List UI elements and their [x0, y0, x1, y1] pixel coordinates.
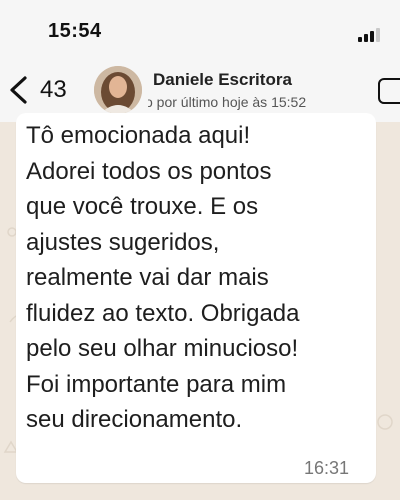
avatar[interactable] — [94, 66, 142, 114]
chevron-left-icon — [10, 76, 27, 104]
message-timestamp: 16:31 — [304, 458, 350, 478]
avatar-photo — [94, 66, 142, 114]
message-line: fluidez ao texto. Obrigada — [26, 299, 300, 327]
status-bar: 15:54 — [0, 0, 400, 60]
back-button[interactable]: 43 — [4, 70, 76, 110]
message-line: pelo seu olhar minucioso! — [26, 335, 299, 362]
last-seen-wrap: o por último hoje às 15:52 — [148, 94, 338, 112]
message-text: Tô emocionada aqui! Adorei todos os pont… — [26, 118, 371, 438]
unread-count: 43 — [40, 76, 67, 103]
message-line: Adorei todos os pontos — [26, 157, 272, 185]
message-line: que você trouxe. E os — [26, 193, 259, 220]
last-seen: o por último hoje às 15:52 — [148, 94, 307, 110]
message-line: ajustes sugeridos, — [26, 228, 220, 256]
signal-bars-icon — [358, 28, 388, 42]
video-call-icon[interactable] — [378, 78, 400, 104]
status-time: 15:54 — [48, 20, 102, 42]
message-line: Foi importante para mim — [26, 370, 287, 398]
message-line: realmente vai dar mais — [26, 264, 269, 291]
message-line: seu direcionamento. — [26, 406, 243, 433]
contact-name[interactable]: Daniele Escritora — [153, 70, 292, 90]
message-line: Tô emocionada aqui! — [26, 122, 251, 149]
